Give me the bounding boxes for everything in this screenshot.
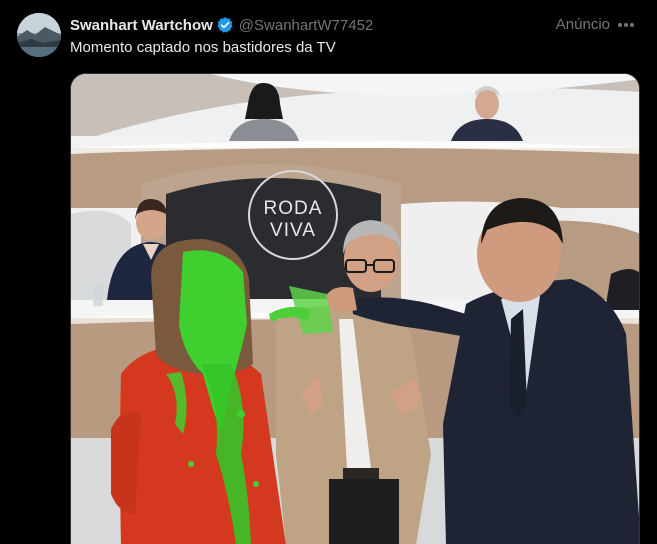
display-name[interactable]: Swanhart Wartchow bbox=[70, 17, 213, 34]
post-header: Swanhart Wartchow @SwanhartW77452 bbox=[70, 15, 373, 35]
logo-line1: RODA bbox=[264, 198, 323, 219]
logo-line2: VIVA bbox=[270, 220, 316, 241]
tv-studio-photo: RODA VIVA bbox=[71, 74, 639, 544]
ad-label: Anúncio bbox=[555, 16, 610, 33]
more-options-button[interactable] bbox=[615, 14, 637, 36]
more-horizontal-icon bbox=[618, 23, 634, 27]
post-media-image[interactable]: RODA VIVA bbox=[70, 73, 640, 544]
post-text: Momento captado nos bastidores da TV bbox=[70, 39, 336, 56]
verified-badge-icon bbox=[216, 16, 234, 34]
user-handle[interactable]: @SwanhartW77452 bbox=[239, 17, 373, 34]
ad-post: Swanhart Wartchow @SwanhartW77452 Anúnci… bbox=[0, 0, 657, 544]
avatar[interactable] bbox=[17, 13, 61, 57]
landscape-avatar-image bbox=[17, 13, 61, 57]
